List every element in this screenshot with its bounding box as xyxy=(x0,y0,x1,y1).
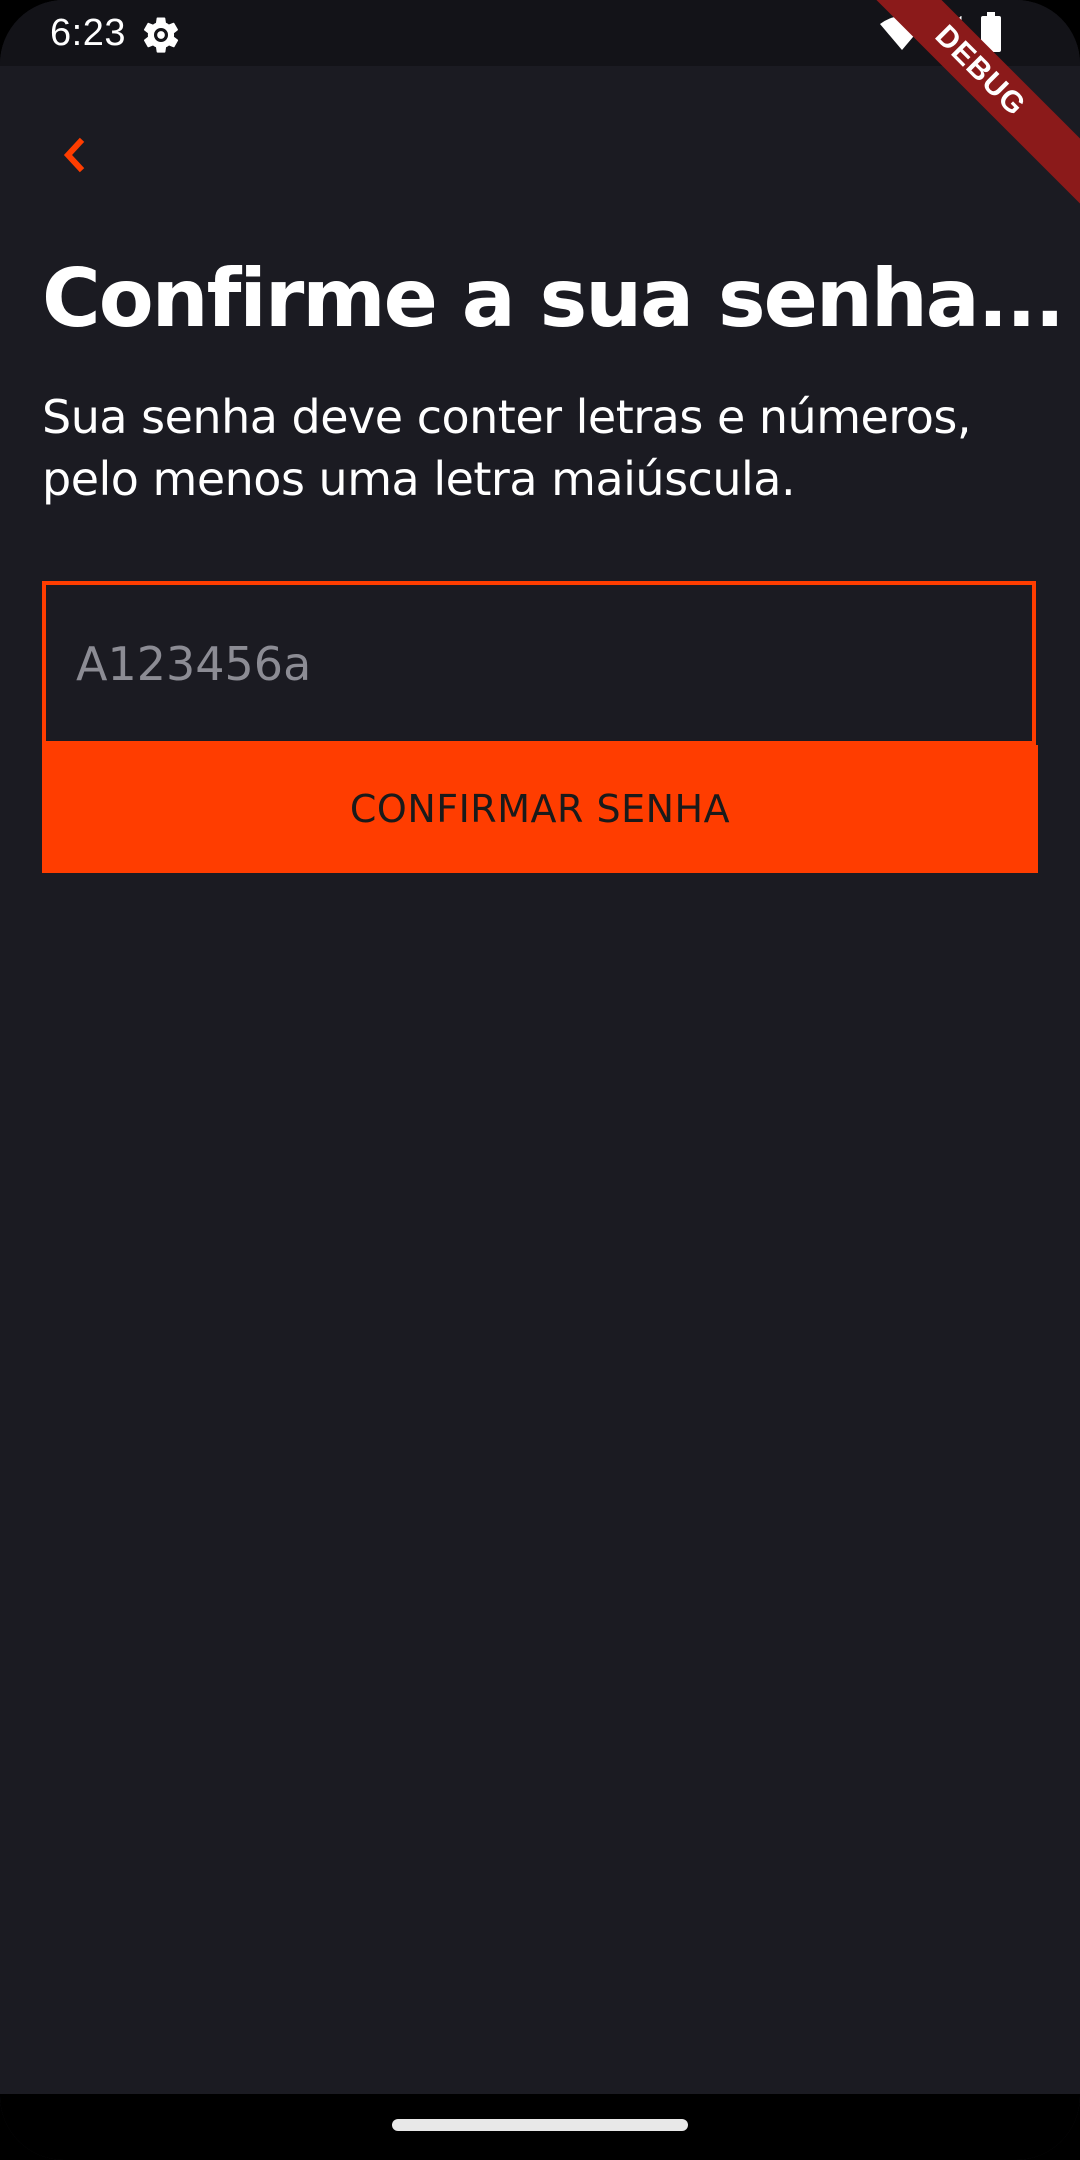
chevron-left-icon xyxy=(63,137,85,173)
home-indicator[interactable] xyxy=(392,2119,688,2131)
gear-icon xyxy=(143,17,179,53)
status-time: 6:23 xyxy=(50,12,126,54)
password-field[interactable] xyxy=(42,581,1036,745)
password-input[interactable] xyxy=(74,585,978,743)
back-button[interactable] xyxy=(48,130,98,180)
app-screen: 6:23 DEBUG Confirme a sua senha... Sua s… xyxy=(0,0,1080,2160)
page-title: Confirme a sua senha... xyxy=(42,252,1065,345)
page-subtitle: Sua senha deve conter letras e números, … xyxy=(42,390,971,506)
confirm-password-button[interactable]: CONFIRMAR SENHA xyxy=(42,745,1038,873)
